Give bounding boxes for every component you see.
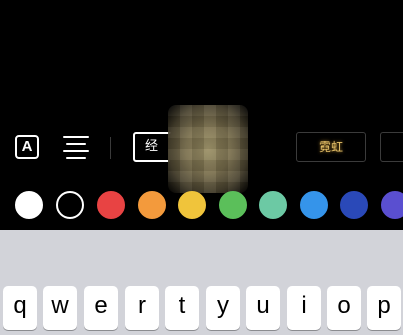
key-t[interactable]: t (165, 286, 199, 330)
style-chip-more[interactable] (380, 132, 403, 162)
align-center-icon[interactable] (63, 136, 89, 160)
key-e[interactable]: e (84, 286, 118, 330)
key-o[interactable]: o (327, 286, 361, 330)
key-w[interactable]: w (43, 286, 77, 330)
color-swatch-yellow[interactable] (178, 191, 206, 219)
style-chip-neon-label: 霓虹 (318, 140, 343, 154)
mosaic-blur-overlay (168, 105, 248, 193)
key-p[interactable]: p (367, 286, 401, 330)
text-editor-canvas: A 经 霓虹 (0, 0, 403, 230)
key-u[interactable]: u (246, 286, 280, 330)
text-style-button[interactable]: A (15, 135, 39, 159)
color-swatch-navy[interactable] (340, 191, 368, 219)
color-swatch-black[interactable] (56, 191, 84, 219)
toolbar-divider (110, 137, 111, 159)
color-swatch-purple[interactable] (381, 191, 403, 219)
color-swatch-red[interactable] (97, 191, 125, 219)
color-swatch-blue[interactable] (300, 191, 328, 219)
color-swatch-teal[interactable] (259, 191, 287, 219)
keyboard: qwertyuiop (0, 230, 403, 335)
color-swatch-orange[interactable] (138, 191, 166, 219)
key-r[interactable]: r (125, 286, 159, 330)
color-swatch-green[interactable] (219, 191, 247, 219)
style-chip-classic-label: 经 (145, 139, 159, 154)
key-q[interactable]: q (3, 286, 37, 330)
key-i[interactable]: i (287, 286, 321, 330)
style-chip-neon[interactable]: 霓虹 (296, 132, 366, 162)
key-y[interactable]: y (206, 286, 240, 330)
color-swatch-white[interactable] (15, 191, 43, 219)
